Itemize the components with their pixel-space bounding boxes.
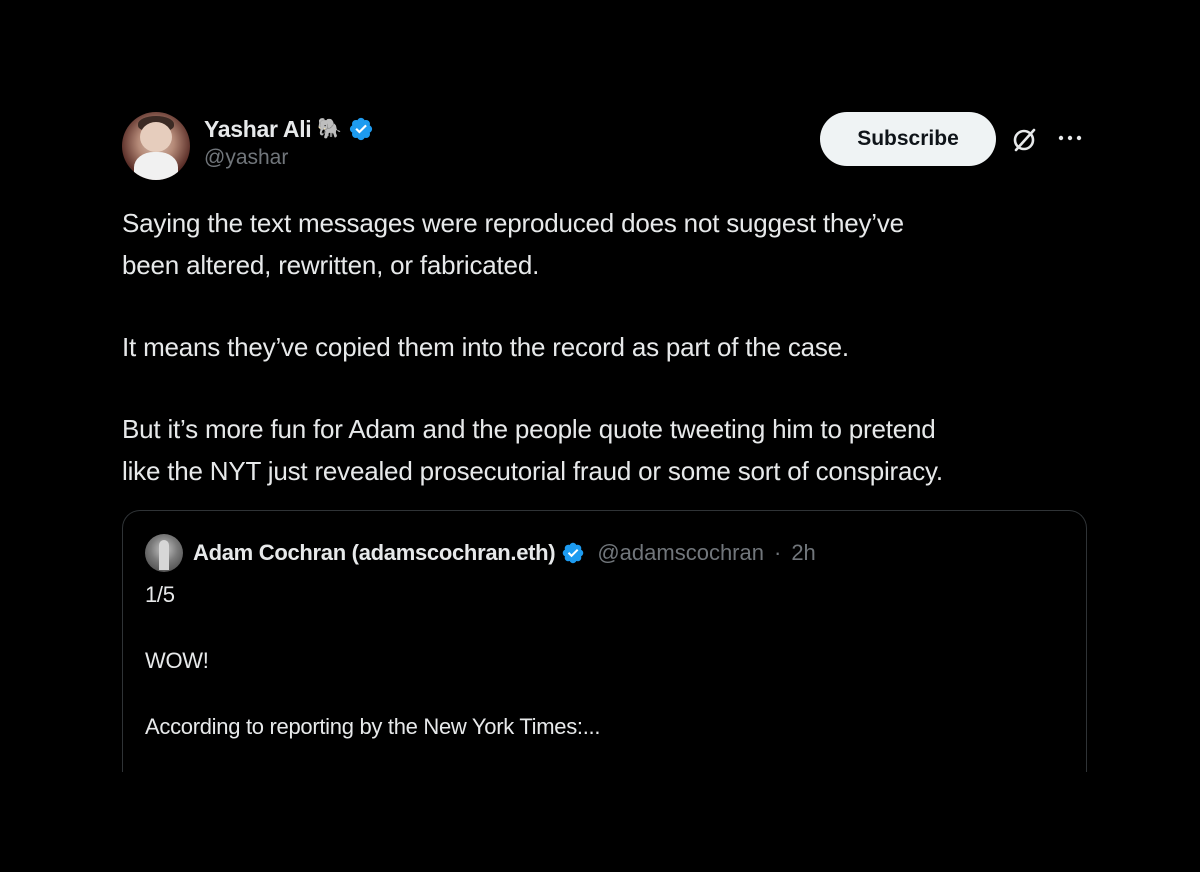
quoted-tweet[interactable]: Adam Cochran (adamscochran.eth) @adamsco… (122, 510, 1087, 772)
quoted-author-display-name: Adam Cochran (adamscochran.eth) (193, 540, 556, 565)
elephant-emoji-icon: 🐘 (317, 118, 343, 140)
quoted-tweet-paragraph: According to reporting by the New York T… (145, 714, 601, 739)
author-display-name[interactable]: Yashar Ali (204, 116, 312, 143)
grok-icon[interactable] (1010, 126, 1038, 154)
verified-badge-icon[interactable] (348, 116, 374, 142)
author-handle[interactable]: @yashar (204, 146, 374, 170)
tweet-header: Yashar Ali 🐘 @yashar Subscribe (122, 110, 1087, 182)
quoted-tweet-text: 1/5 WOW! According to reporting by the N… (123, 573, 1086, 743)
quoted-tweet-time: 2h (791, 540, 816, 565)
quoted-author-handle: @adamscochran (597, 540, 764, 565)
quoted-tweet-header: Adam Cochran (adamscochran.eth) @adamsco… (123, 511, 1086, 573)
more-options-icon[interactable] (1056, 128, 1084, 148)
subscribe-button[interactable]: Subscribe (820, 112, 996, 166)
tweet-paragraph: But it’s more fun for Adam and the peopl… (122, 414, 943, 486)
tweet-paragraph: Saying the text messages were reproduced… (122, 208, 904, 280)
quoted-tweet-paragraph: WOW! (145, 648, 209, 673)
verified-badge-icon (563, 542, 584, 564)
author-avatar[interactable] (122, 112, 190, 180)
tweet: Yashar Ali 🐘 @yashar Subscribe Saying th… (122, 110, 1087, 772)
meta-separator: · (773, 540, 782, 565)
quoted-tweet-paragraph: 1/5 (145, 582, 175, 607)
author-info: Yashar Ali 🐘 @yashar (204, 114, 374, 170)
tweet-text: Saying the text messages were reproduced… (122, 202, 1087, 492)
tweet-paragraph: It means they’ve copied them into the re… (122, 332, 849, 362)
quoted-author-avatar (145, 534, 183, 572)
